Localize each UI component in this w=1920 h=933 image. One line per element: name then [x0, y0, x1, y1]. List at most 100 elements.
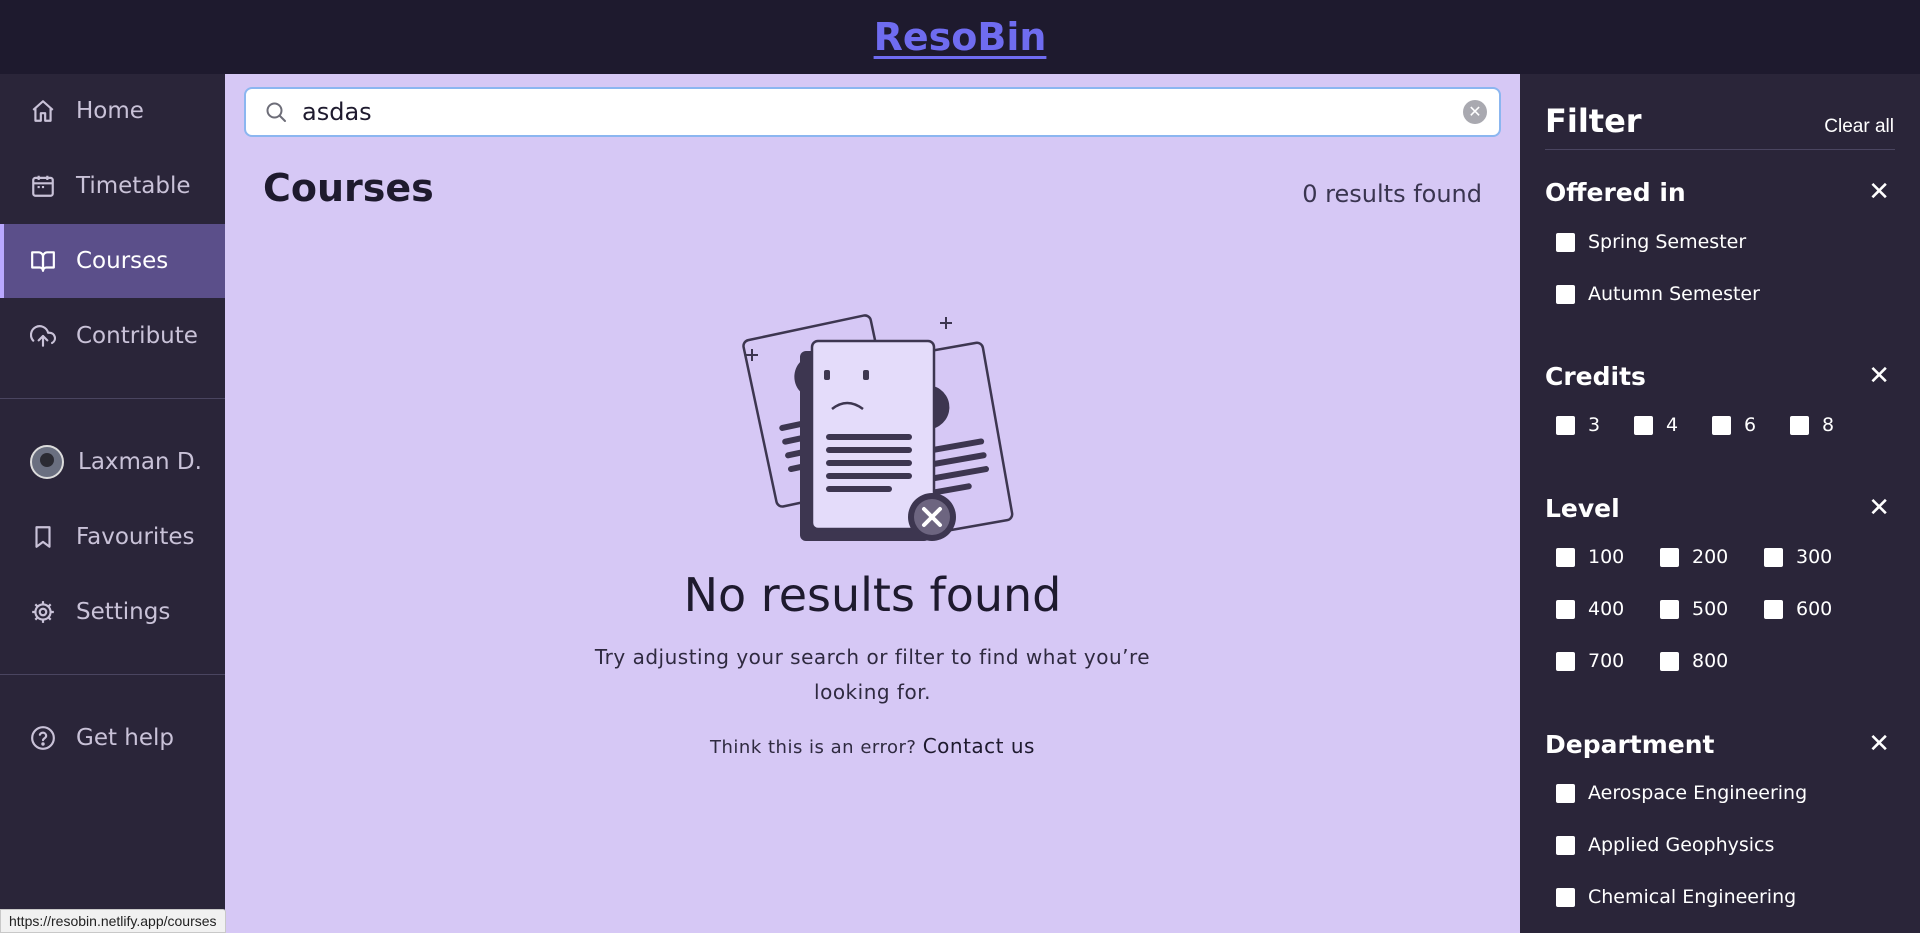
empty-state-description: Try adjusting your search or filter to f… [594, 645, 1151, 704]
close-icon[interactable]: ✕ [1868, 730, 1890, 756]
option-label: 6 [1744, 414, 1757, 436]
filter-option-credit[interactable]: 8 [1790, 414, 1834, 436]
filter-divider [1545, 149, 1895, 150]
sidebar-item-label: Courses [76, 248, 169, 274]
option-label: 200 [1692, 546, 1729, 568]
sidebar-item-label: Settings [76, 599, 171, 625]
filter-option-credit[interactable]: 3 [1556, 414, 1600, 436]
option-label: 500 [1692, 598, 1729, 620]
close-icon[interactable]: ✕ [1868, 362, 1890, 388]
book-icon [31, 251, 55, 272]
option-label: 600 [1796, 598, 1833, 620]
top-bar: ResoBin [0, 0, 1920, 74]
filter-option-level[interactable]: 800 [1660, 650, 1728, 672]
filter-title: Filter [1545, 102, 1642, 140]
checkbox[interactable] [1556, 284, 1575, 304]
filter-option-level[interactable]: 100 [1556, 546, 1624, 568]
main-content: ✕ Courses 0 results found [225, 74, 1520, 933]
filter-option-spring[interactable]: Spring Semester [1556, 231, 1746, 253]
option-label: Aerospace Engineering [1588, 782, 1808, 804]
sidebar-item-label: Favourites [76, 524, 195, 550]
checkbox[interactable] [1764, 547, 1783, 567]
filter-option-department[interactable]: Chemical Engineering [1556, 886, 1796, 908]
checkbox[interactable] [1660, 547, 1679, 567]
filter-option-level[interactable]: 400 [1556, 598, 1624, 620]
checkbox[interactable] [1790, 415, 1809, 435]
checkbox[interactable] [1660, 651, 1679, 671]
sidebar-item-favourites[interactable]: Favourites [0, 500, 225, 574]
checkbox[interactable] [1556, 547, 1575, 567]
results-count: 0 results found [1302, 180, 1482, 208]
option-label: 100 [1588, 546, 1625, 568]
sidebar-item-help[interactable]: Get help [0, 701, 225, 775]
upload-cloud-icon [30, 325, 56, 347]
bookmark-icon [35, 526, 51, 548]
search-input[interactable] [302, 98, 1463, 126]
filter-level-title: Level [1545, 494, 1620, 523]
sidebar-item-label: Contribute [76, 323, 198, 349]
filter-option-level[interactable]: 300 [1764, 546, 1832, 568]
help-icon [31, 726, 55, 750]
contact-us-link[interactable]: Contact us [923, 734, 1035, 758]
sidebar-divider [0, 674, 225, 675]
sidebar-item-label: Get help [76, 725, 175, 751]
sidebar-item-label: Laxman D. [78, 449, 202, 475]
filter-panel: Filter Clear all Offered in ✕ Spring Sem… [1520, 74, 1920, 933]
option-label: Chemical Engineering [1588, 886, 1797, 908]
sidebar-item-courses[interactable]: Courses [0, 224, 225, 298]
checkbox[interactable] [1634, 415, 1653, 435]
filter-option-credit[interactable]: 4 [1634, 414, 1678, 436]
sidebar-item-profile[interactable]: Laxman D. [0, 425, 225, 499]
filter-option-level[interactable]: 700 [1556, 650, 1624, 672]
option-label: 8 [1822, 414, 1835, 436]
filter-option-level[interactable]: 600 [1764, 598, 1832, 620]
close-icon[interactable]: ✕ [1868, 178, 1890, 204]
sidebar-item-contribute[interactable]: Contribute [0, 299, 225, 373]
filter-option-department[interactable]: Aerospace Engineering [1556, 782, 1807, 804]
option-label: 3 [1588, 414, 1601, 436]
sidebar: Home Timetable Courses Contribute Laxman… [0, 74, 225, 933]
calendar-icon [32, 175, 54, 197]
checkbox[interactable] [1556, 835, 1575, 855]
filter-offered-in-title: Offered in [1545, 178, 1686, 207]
filter-option-department[interactable]: Applied Geophysics [1556, 834, 1774, 856]
option-label: 4 [1666, 414, 1679, 436]
filter-option-autumn[interactable]: Autumn Semester [1556, 283, 1760, 305]
sidebar-item-label: Home [76, 98, 144, 124]
close-icon[interactable]: ✕ [1868, 494, 1890, 520]
option-label: 700 [1588, 650, 1625, 672]
option-label: Autumn Semester [1588, 283, 1760, 305]
brand-logo-link[interactable]: ResoBin [874, 15, 1047, 59]
checkbox[interactable] [1712, 415, 1731, 435]
sidebar-item-settings[interactable]: Settings [0, 575, 225, 649]
filter-option-level[interactable]: 500 [1660, 598, 1728, 620]
clear-search-icon[interactable]: ✕ [1463, 100, 1487, 124]
sidebar-divider [0, 398, 225, 399]
filter-credits-title: Credits [1545, 362, 1646, 391]
empty-state-title: No results found [683, 568, 1062, 622]
sidebar-item-home[interactable]: Home [0, 74, 225, 148]
option-label: Applied Geophysics [1588, 834, 1775, 856]
option-label: 300 [1796, 546, 1833, 568]
avatar [30, 445, 64, 479]
error-prompt-text: Think this is an error? [710, 737, 917, 758]
checkbox[interactable] [1660, 599, 1679, 619]
page-title: Courses [263, 166, 434, 210]
option-label: Spring Semester [1588, 231, 1747, 253]
checkbox[interactable] [1556, 887, 1575, 907]
filter-option-level[interactable]: 200 [1660, 546, 1728, 568]
clear-all-button[interactable]: Clear all [1824, 116, 1894, 138]
checkbox[interactable] [1556, 599, 1575, 619]
checkbox[interactable] [1556, 232, 1575, 252]
gear-icon [32, 601, 54, 623]
checkbox[interactable] [1556, 415, 1575, 435]
checkbox[interactable] [1556, 783, 1575, 803]
checkbox[interactable] [1764, 599, 1783, 619]
status-url: https://resobin.netlify.app/courses [0, 909, 226, 933]
filter-option-credit[interactable]: 6 [1712, 414, 1756, 436]
no-results-illustration [742, 314, 1014, 541]
sidebar-item-timetable[interactable]: Timetable [0, 149, 225, 223]
option-label: 800 [1692, 650, 1729, 672]
checkbox[interactable] [1556, 651, 1575, 671]
sidebar-item-label: Timetable [76, 173, 191, 199]
